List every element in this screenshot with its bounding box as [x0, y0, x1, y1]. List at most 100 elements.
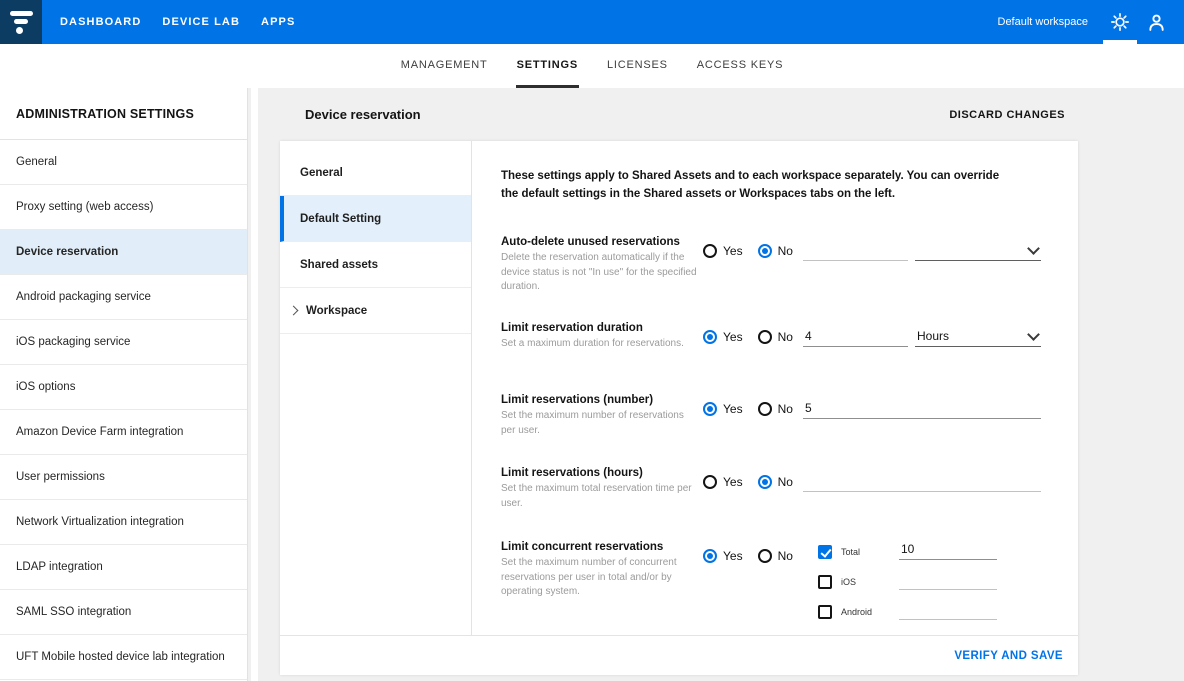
- radio-option-no[interactable]: No: [758, 244, 793, 258]
- subnav-workspace[interactable]: Workspace: [280, 288, 471, 334]
- setting-label: Limit concurrent reservations: [501, 541, 706, 553]
- setting-description: Delete the reservation automatically if …: [501, 251, 706, 295]
- radio-label-no: No: [778, 244, 793, 258]
- radio-group: Yes No: [703, 402, 793, 416]
- radio-icon-selected[interactable]: [703, 402, 717, 416]
- radio-option-no[interactable]: No: [758, 475, 793, 489]
- sidebar-scrollbar-track[interactable]: [251, 88, 258, 681]
- radio-option-yes[interactable]: Yes: [703, 475, 743, 489]
- nav-device-lab[interactable]: DEVICE LAB: [162, 12, 240, 32]
- settings-card: General Default Setting Shared assets Wo…: [280, 141, 1078, 675]
- reservation-subnav: General Default Setting Shared assets Wo…: [280, 141, 472, 635]
- chevron-down-icon: [1027, 242, 1040, 255]
- radio-label-yes: Yes: [723, 244, 743, 258]
- sidebar-item-network-virtualization[interactable]: Network Virtualization integration: [0, 500, 247, 545]
- auto-delete-duration-input[interactable]: [803, 241, 908, 261]
- setting-description: Set the maximum number of concurrent res…: [501, 556, 706, 600]
- max-reservations-input[interactable]: 5: [803, 399, 1041, 419]
- admin-tabs: MANAGEMENT SETTINGS LICENSES ACCESS KEYS: [0, 44, 1184, 88]
- max-hours-input[interactable]: [803, 472, 1041, 492]
- sidebar-item-ios-options[interactable]: iOS options: [0, 365, 247, 410]
- nav-dashboard[interactable]: DASHBOARD: [60, 12, 141, 32]
- subnav-workspace-label: Workspace: [306, 305, 367, 317]
- ios-checkbox[interactable]: [818, 575, 832, 589]
- radio-icon-unselected[interactable]: [703, 244, 717, 258]
- total-limit-input[interactable]: 10: [899, 542, 997, 560]
- tab-management[interactable]: MANAGEMENT: [400, 44, 489, 88]
- workspace-selector[interactable]: Default workspace: [998, 16, 1089, 28]
- radio-icon-selected[interactable]: [758, 475, 772, 489]
- person-icon: [1147, 13, 1166, 32]
- setting-description: Set a maximum duration for reservations.: [501, 337, 706, 352]
- settings-gear-icon[interactable]: [1102, 0, 1138, 44]
- tab-access-keys[interactable]: ACCESS KEYS: [696, 44, 784, 88]
- nav-apps[interactable]: APPS: [261, 12, 295, 32]
- logo-funnel-icon: [10, 11, 33, 16]
- settings-sidebar: ADMINISTRATION SETTINGS General Proxy se…: [0, 88, 248, 681]
- radio-icon-unselected[interactable]: [758, 549, 772, 563]
- limit-row-total: Total 10: [818, 545, 997, 559]
- top-app-bar: DASHBOARD DEVICE LAB APPS Default worksp…: [0, 0, 1184, 44]
- radio-option-yes[interactable]: Yes: [703, 549, 743, 563]
- discard-changes-button[interactable]: DISCARD CHANGES: [949, 109, 1065, 121]
- setting-label: Limit reservations (number): [501, 394, 706, 406]
- radio-option-no[interactable]: No: [758, 402, 793, 416]
- radio-label-no: No: [778, 475, 793, 489]
- duration-unit-select[interactable]: Hours: [915, 327, 1041, 347]
- android-limit-input[interactable]: [899, 602, 997, 620]
- ios-limit-input[interactable]: [899, 572, 997, 590]
- sidebar-item-uft-hosted-lab[interactable]: UFT Mobile hosted device lab integration: [0, 635, 247, 680]
- radio-icon-unselected[interactable]: [758, 402, 772, 416]
- sidebar-item-android-packaging[interactable]: Android packaging service: [0, 275, 247, 320]
- setting-row-auto-delete: Auto-delete unused reservations Delete t…: [501, 236, 1040, 316]
- user-account-icon[interactable]: [1138, 0, 1174, 44]
- tab-settings[interactable]: SETTINGS: [516, 44, 579, 88]
- radio-option-yes[interactable]: Yes: [703, 330, 743, 344]
- radio-label-no: No: [778, 549, 793, 563]
- setting-description: Set the maximum total reservation time p…: [501, 482, 706, 511]
- sidebar-item-amazon-device-farm[interactable]: Amazon Device Farm integration: [0, 410, 247, 455]
- radio-icon-unselected[interactable]: [758, 330, 772, 344]
- main-content: Device reservation DISCARD CHANGES Gener…: [258, 88, 1184, 681]
- sidebar-item-ldap[interactable]: LDAP integration: [0, 545, 247, 590]
- app-logo[interactable]: [0, 0, 42, 44]
- radio-label-yes: Yes: [723, 475, 743, 489]
- total-checkbox[interactable]: [818, 545, 832, 559]
- app-window: DASHBOARD DEVICE LAB APPS Default worksp…: [0, 0, 1184, 681]
- os-limit-group: Total 10 iOS Android: [818, 545, 997, 635]
- radio-icon-unselected[interactable]: [703, 475, 717, 489]
- tab-licenses[interactable]: LICENSES: [606, 44, 669, 88]
- radio-group: Yes No: [703, 549, 793, 563]
- sidebar-item-general[interactable]: General: [0, 140, 247, 185]
- radio-group: Yes No: [703, 244, 793, 258]
- radio-option-no[interactable]: No: [758, 330, 793, 344]
- sidebar-item-saml-sso[interactable]: SAML SSO integration: [0, 590, 247, 635]
- duration-value-input[interactable]: 4: [803, 327, 908, 347]
- radio-option-no[interactable]: No: [758, 549, 793, 563]
- radio-option-yes[interactable]: Yes: [703, 244, 743, 258]
- limit-row-ios: iOS: [818, 575, 997, 589]
- sidebar-item-user-permissions[interactable]: User permissions: [0, 455, 247, 500]
- radio-group: Yes No: [703, 330, 793, 344]
- verify-and-save-button[interactable]: VERIFY AND SAVE: [954, 650, 1063, 662]
- radio-label-yes: Yes: [723, 549, 743, 563]
- sidebar-item-proxy-setting[interactable]: Proxy setting (web access): [0, 185, 247, 230]
- android-checkbox[interactable]: [818, 605, 832, 619]
- auto-delete-unit-select[interactable]: [915, 241, 1041, 261]
- radio-label-no: No: [778, 402, 793, 416]
- sidebar-item-device-reservation[interactable]: Device reservation: [0, 230, 247, 275]
- settings-intro-text: These settings apply to Shared Assets an…: [501, 168, 1009, 204]
- subnav-default-setting[interactable]: Default Setting: [280, 196, 471, 242]
- radio-option-yes[interactable]: Yes: [703, 402, 743, 416]
- radio-icon-selected[interactable]: [758, 244, 772, 258]
- setting-description: Set the maximum number of reservations p…: [501, 409, 706, 438]
- page-title: Device reservation: [305, 107, 421, 122]
- subnav-general[interactable]: General: [280, 150, 471, 196]
- radio-label-no: No: [778, 330, 793, 344]
- card-footer: VERIFY AND SAVE: [280, 635, 1078, 675]
- subnav-shared-assets[interactable]: Shared assets: [280, 242, 471, 288]
- radio-icon-selected[interactable]: [703, 330, 717, 344]
- topbar-right: Default workspace: [998, 0, 1184, 44]
- radio-icon-selected[interactable]: [703, 549, 717, 563]
- sidebar-item-ios-packaging[interactable]: iOS packaging service: [0, 320, 247, 365]
